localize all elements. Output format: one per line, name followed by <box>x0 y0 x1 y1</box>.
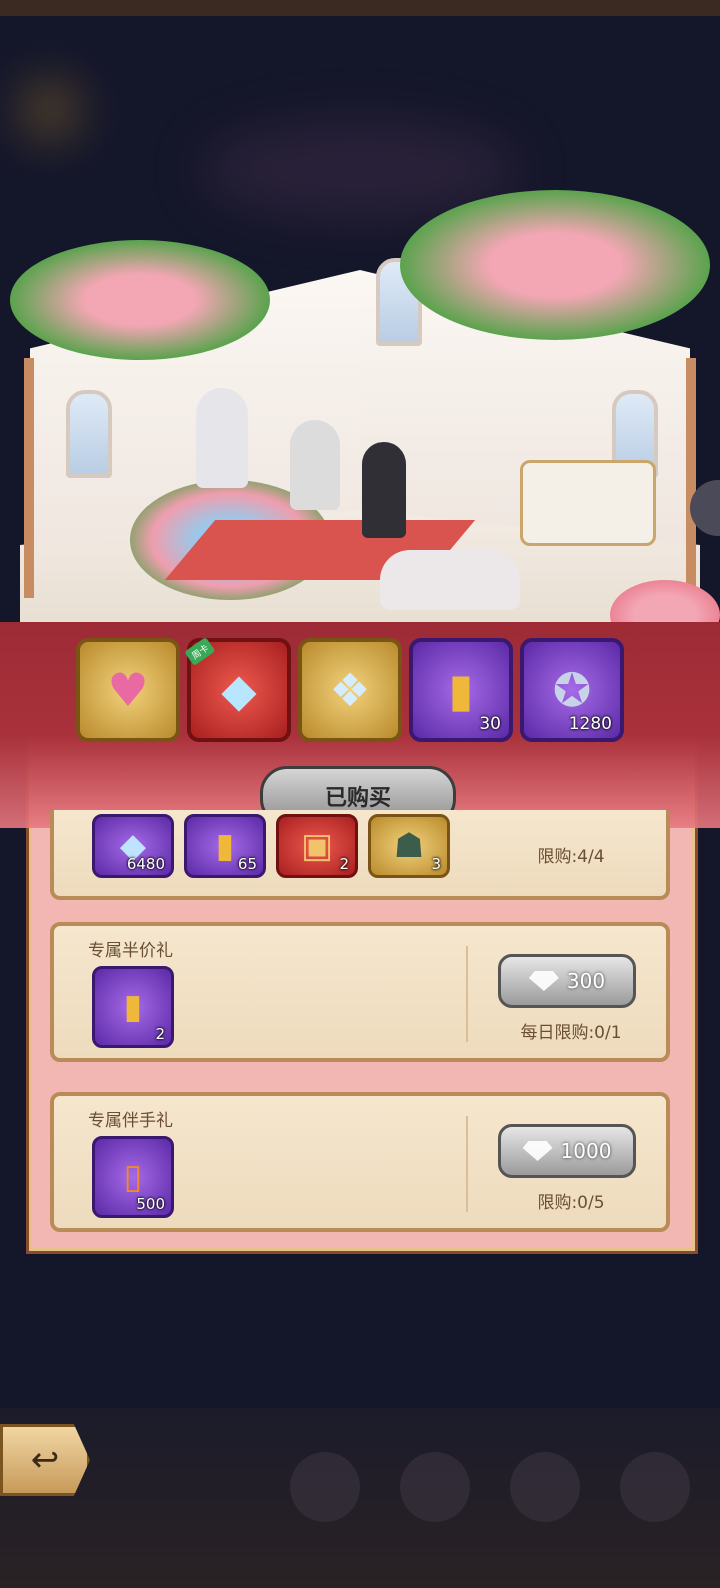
buy-button[interactable]: 300 <box>498 954 636 1008</box>
wedding-house-scene <box>0 180 720 650</box>
diamond-icon <box>522 1141 553 1161</box>
back-button[interactable]: ↩ <box>0 1424 90 1496</box>
purchase-limit: 每日限购:0/1 <box>520 1023 622 1043</box>
purchase-limit: 限购:0/5 <box>537 1193 605 1213</box>
reward-slot[interactable]: ◆ 6480 <box>92 814 174 878</box>
top-bar <box>0 0 720 16</box>
back-arrow-icon: ↩ <box>30 1440 60 1480</box>
reward-qty: 3 <box>431 855 441 873</box>
price-label: 1000 <box>560 1139 612 1163</box>
reward-slot[interactable]: ▮ 2 <box>92 966 174 1048</box>
nav-icon[interactable] <box>620 1452 690 1522</box>
flower-garland <box>10 240 270 360</box>
nav-icon[interactable] <box>290 1452 360 1522</box>
reward-qty: 2 <box>155 1025 165 1043</box>
bride-character <box>290 420 340 510</box>
buy-button[interactable]: 1000 <box>498 1124 636 1178</box>
crystal-card-icon: ◆ <box>221 663 257 717</box>
wedding-car <box>380 550 520 610</box>
reward-slot[interactable]: ▮ 65 <box>184 814 266 878</box>
medal-item[interactable]: ✪ 1280 <box>520 638 624 742</box>
grand-piano <box>520 460 656 546</box>
roof-trim <box>24 358 34 598</box>
nav-icon[interactable] <box>510 1452 580 1522</box>
roof-trim <box>686 358 696 598</box>
gift-pack-card: 专属伴手礼 ▯ 500 1000 限购:0/5 <box>50 1092 670 1232</box>
purchase-limit: 限购:4/4 <box>537 847 605 867</box>
gift-pack-card: 专属半价礼 ▮ 2 300 每日限购:0/1 <box>50 922 670 1062</box>
heart-box-icon: ♥ <box>107 663 149 717</box>
groom-character <box>362 442 406 538</box>
card-title: 专属伴手礼 <box>88 1111 173 1131</box>
weekly-card-item[interactable]: 周卡 ◆ <box>184 637 291 742</box>
heart-gift-box-item[interactable]: ♥ <box>76 638 180 742</box>
nav-icon[interactable] <box>400 1452 470 1522</box>
price-label: 300 <box>566 969 606 993</box>
reward-qty: 6480 <box>126 855 165 873</box>
flower-garland <box>400 190 710 340</box>
reward-slot[interactable]: ▣ 2 <box>276 814 358 878</box>
diamond-pile-item[interactable]: ❖ <box>298 638 402 742</box>
reward-slot[interactable]: ▯ 500 <box>92 1136 174 1218</box>
reward-qty: 500 <box>136 1195 165 1213</box>
item-qty: 30 <box>479 714 501 734</box>
arched-window <box>66 390 112 478</box>
angel-statue <box>196 388 248 488</box>
featured-items-row: ♥ 周卡 ◆ ❖ ▮ 30 ✪ 1280 <box>76 637 636 744</box>
reward-qty: 65 <box>237 855 257 873</box>
bottom-nav-bar <box>0 1408 720 1588</box>
gift-pack-card: ◆ 6480 ▮ 65 ▣ 2 ☗ 3 限购:4/4 <box>50 810 670 900</box>
bullet-item[interactable]: ▮ 30 <box>409 638 513 742</box>
background-glow <box>20 80 80 140</box>
reward-slot[interactable]: ☗ 3 <box>368 814 450 878</box>
diamond-icon <box>528 971 559 991</box>
reward-qty: 2 <box>339 855 349 873</box>
card-title: 专属半价礼 <box>88 941 173 961</box>
diamond-pile-icon: ❖ <box>329 663 371 717</box>
item-qty: 1280 <box>568 714 612 734</box>
